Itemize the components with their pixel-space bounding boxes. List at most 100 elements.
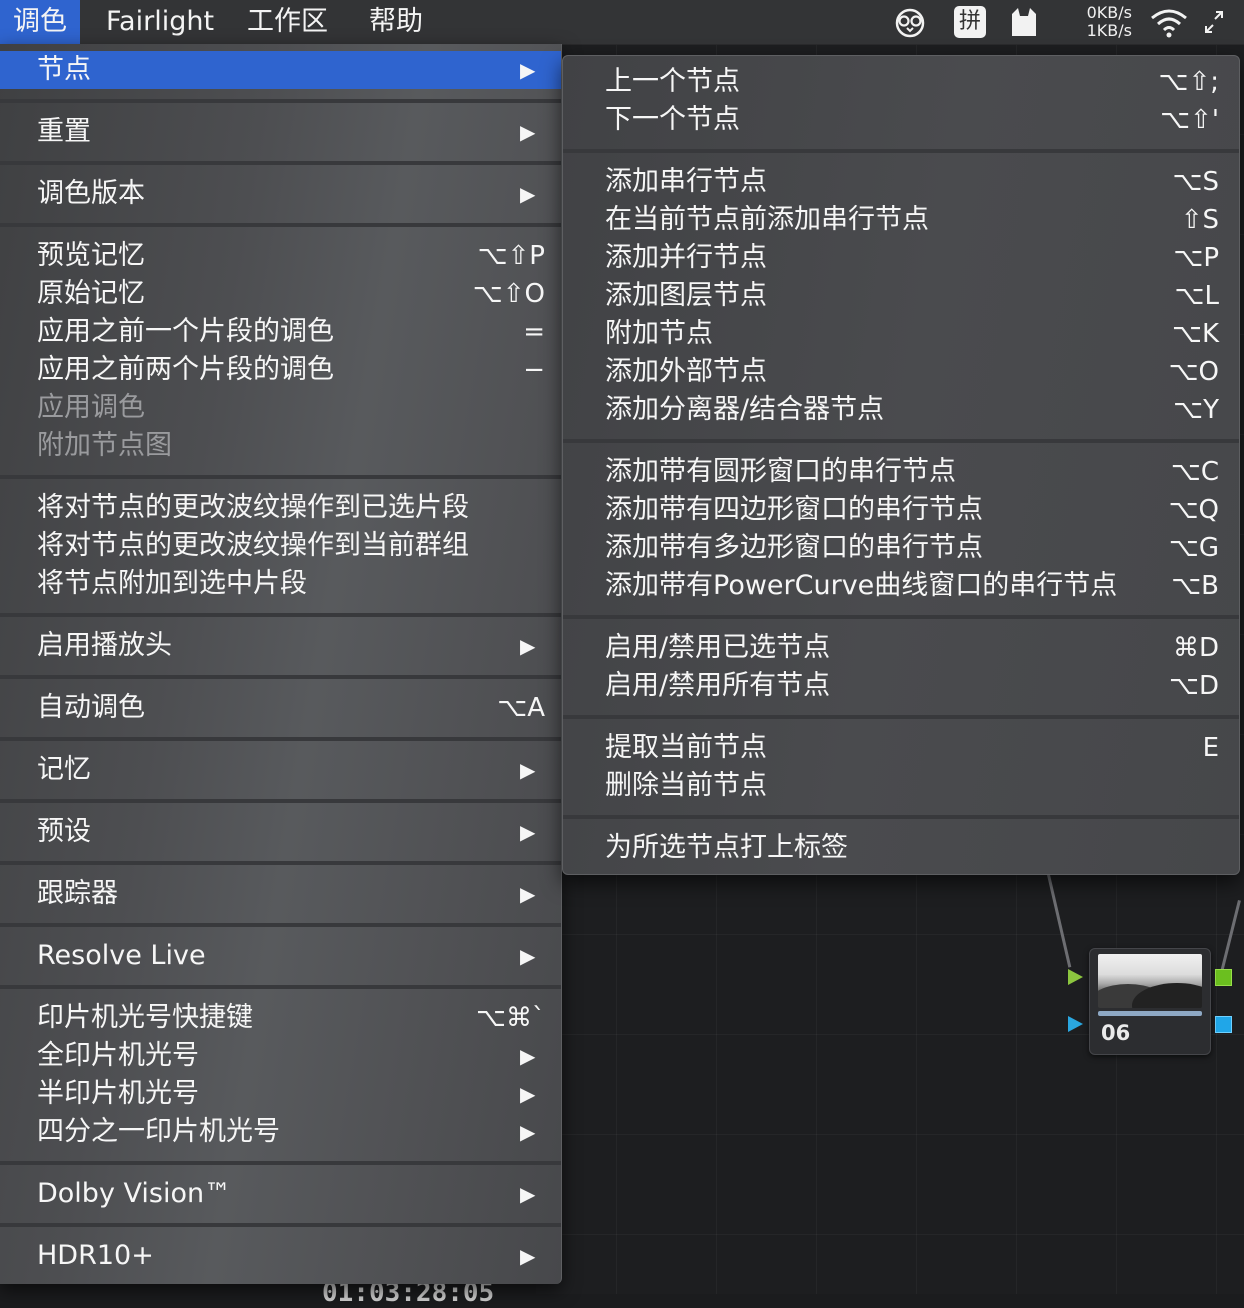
menu-item-quarter-printer-light[interactable]: 四分之一印片机光号 ▶ [0, 1113, 561, 1151]
menu-item-apply-grade: 应用调色 [37, 392, 145, 423]
menu-item-memories[interactable]: 记忆 ▶ [0, 751, 561, 789]
submenu-item-append-node[interactable]: 附加节点 ⌥K [563, 315, 1239, 353]
submenu-item-toggle-all-nodes[interactable]: 启用/禁用所有节点 ⌥D [563, 667, 1239, 705]
menu-item-resolve-live[interactable]: Resolve Live ▶ [0, 937, 561, 975]
shortcut-label: E [1202, 733, 1219, 763]
shortcut-label: = [523, 317, 545, 347]
wifi-icon[interactable] [1150, 8, 1188, 38]
menu-item-printer-lights-shortcuts[interactable]: 印片机光号快捷键 ⌥⌘` [0, 999, 561, 1037]
submenu-item-add-splitter-combiner[interactable]: 添加分离器/结合器节点 ⌥Y [563, 391, 1239, 429]
menu-item-half-printer-light[interactable]: 半印片机光号 ▶ [0, 1075, 561, 1113]
menu-help[interactable]: 帮助 [356, 0, 436, 44]
submenu-arrow-icon: ▶ [520, 1082, 536, 1106]
submenu-item-delete-node[interactable]: 删除当前节点 [563, 767, 1239, 805]
menu-color[interactable]: 调色 [0, 0, 80, 44]
shortcut-label: ⇧S [1180, 205, 1219, 235]
submenu-item-add-serial-node[interactable]: 添加串行节点 ⌥S [563, 163, 1239, 201]
submenu-item-label-selected-nodes[interactable]: 为所选节点打上标签 [563, 829, 1239, 867]
menu-item-apply-prev-two[interactable]: 应用之前两个片段的调色 − [0, 351, 561, 389]
menu-item-original-memory[interactable]: 原始记忆 ⌥⇧O [0, 275, 561, 313]
menu-item-full-printer-light[interactable]: 全印片机光号 ▶ [0, 1037, 561, 1075]
network-speed: 0KB/s 1KB/s [1072, 4, 1132, 40]
shortcut-label: ⌥⇧; [1158, 67, 1219, 97]
submenu-item-add-linear-window[interactable]: 添加带有四边形窗口的串行节点 ⌥Q [563, 491, 1239, 529]
upload-speed: 0KB/s [1086, 3, 1132, 22]
shortcut-label: ⌥G [1168, 533, 1219, 563]
input-method-label: 拼 [958, 9, 981, 34]
shortcut-label: ⌥Q [1168, 495, 1219, 525]
menu-item-append-node-to-clips[interactable]: 将节点附加到选中片段 [0, 565, 561, 603]
shortcut-label: ⌥L [1174, 281, 1219, 311]
submenu-arrow-icon: ▶ [520, 1044, 536, 1068]
submenu-arrow-icon: ▶ [520, 944, 536, 968]
submenu-arrow-icon: ▶ [520, 1182, 536, 1206]
nodes-submenu: 上一个节点 ⌥⇧; 下一个节点 ⌥⇧' 添加串行节点 ⌥S 在当前节点前添加串行… [562, 55, 1240, 875]
submenu-item-add-polygon-window[interactable]: 添加带有多边形窗口的串行节点 ⌥G [563, 529, 1239, 567]
menu-item-preview-memory[interactable]: 预览记忆 ⌥⇧P [0, 237, 561, 275]
node-thumbnail [1098, 954, 1202, 1008]
menu-bar: 调色 Fairlight 工作区 帮助 拼 0KB/s 1KB/s [0, 0, 1244, 45]
submenu-item-add-layer-node[interactable]: 添加图层节点 ⌥L [563, 277, 1239, 315]
menu-item-auto-color[interactable]: 自动调色 ⌥A [0, 689, 561, 727]
submenu-item-toggle-selected-nodes[interactable]: 启用/禁用已选节点 ⌘D [563, 629, 1239, 667]
menu-item-apply-prev-one[interactable]: 应用之前一个片段的调色 = [0, 313, 561, 351]
shortcut-label: ⌥⇧' [1160, 105, 1219, 135]
menu-item-enable-playhead[interactable]: 启用播放头 ▶ [0, 627, 561, 665]
shortcut-label: ⌥D [1169, 671, 1219, 701]
menu-fairlight[interactable]: Fairlight [93, 0, 227, 44]
menu-item-grade-versions[interactable]: 调色版本 ▶ [0, 175, 561, 213]
submenu-item-add-outside-node[interactable]: 添加外部节点 ⌥O [563, 353, 1239, 391]
menu-workspace[interactable]: 工作区 [234, 0, 341, 44]
menu-item-ripple-to-group[interactable]: 将对节点的更改波纹操作到当前群组 [0, 527, 561, 565]
submenu-arrow-icon: ▶ [520, 182, 536, 206]
cat-icon[interactable] [1006, 6, 1042, 38]
shortcut-label: ⌘D [1172, 633, 1219, 663]
submenu-item-add-parallel-node[interactable]: 添加并行节点 ⌥P [563, 239, 1239, 277]
owl-icon[interactable] [892, 6, 928, 38]
submenu-item-extract-node[interactable]: 提取当前节点 E [563, 729, 1239, 767]
submenu-item-add-powercurve-window[interactable]: 添加带有PowerCurve曲线窗口的串行节点 ⌥B [563, 567, 1239, 605]
menu-item-presets[interactable]: 预设 ▶ [0, 813, 561, 851]
shortcut-label: ⌥B [1171, 571, 1219, 601]
node-status-bar [1098, 1011, 1202, 1016]
node-label: 06 [1101, 1021, 1131, 1045]
node-rgb-output-port[interactable] [1215, 969, 1232, 986]
color-dropdown-menu: 节点 ▶ 重置 ▶ 调色版本 ▶ 预览记忆 ⌥⇧P 原始记忆 ⌥⇧O 应用之前一… [0, 44, 562, 1284]
submenu-item-add-serial-before[interactable]: 在当前节点前添加串行节点 ⇧S [563, 201, 1239, 239]
submenu-arrow-icon: ▶ [520, 634, 536, 658]
shortcut-label: ⌥⇧P [477, 241, 545, 271]
shortcut-label: ⌥O [1168, 357, 1219, 387]
shortcut-label: ⌥S [1172, 167, 1219, 197]
menu-item-reset[interactable]: 重置 ▶ [0, 113, 561, 151]
node-key-input-port[interactable] [1068, 1016, 1083, 1032]
fullscreen-icon[interactable] [1204, 10, 1224, 34]
shortcut-label: ⌥K [1171, 319, 1219, 349]
node-key-output-port[interactable] [1215, 1016, 1232, 1033]
submenu-item-add-circle-window[interactable]: 添加带有圆形窗口的串行节点 ⌥C [563, 453, 1239, 491]
submenu-arrow-icon: ▶ [520, 882, 536, 906]
menu-item-append-node-graph: 附加节点图 [37, 430, 172, 461]
shortcut-label: ⌥⇧O [472, 279, 545, 309]
submenu-item-next-node[interactable]: 下一个节点 ⌥⇧' [563, 101, 1239, 139]
submenu-arrow-icon: ▶ [520, 1120, 536, 1144]
shortcut-label: − [523, 355, 545, 385]
shortcut-label: ⌥P [1173, 243, 1219, 273]
submenu-arrow-icon: ▶ [520, 758, 536, 782]
submenu-arrow-icon: ▶ [520, 58, 536, 82]
submenu-arrow-icon: ▶ [520, 1244, 536, 1268]
input-method-icon[interactable]: 拼 [954, 6, 986, 38]
node-rgb-input-port[interactable] [1068, 969, 1083, 985]
color-node-06[interactable]: 06 [1089, 948, 1211, 1055]
menu-item-dolby-vision[interactable]: Dolby Vision™ ▶ [0, 1175, 561, 1213]
submenu-arrow-icon: ▶ [520, 120, 536, 144]
menu-item-tracker[interactable]: 跟踪器 ▶ [0, 875, 561, 913]
menu-item-ripple-to-selected[interactable]: 将对节点的更改波纹操作到已选片段 [0, 489, 561, 527]
shortcut-label: ⌥A [497, 693, 545, 723]
menu-item-nodes[interactable]: 节点 ▶ [0, 51, 561, 89]
shortcut-label: ⌥⌘` [476, 1003, 545, 1033]
menu-item-hdr10-plus[interactable]: HDR10+ ▶ [0, 1237, 561, 1275]
download-speed: 1KB/s [1086, 21, 1132, 40]
submenu-item-previous-node[interactable]: 上一个节点 ⌥⇧; [563, 63, 1239, 101]
submenu-arrow-icon: ▶ [520, 820, 536, 844]
shortcut-label: ⌥Y [1173, 395, 1219, 425]
